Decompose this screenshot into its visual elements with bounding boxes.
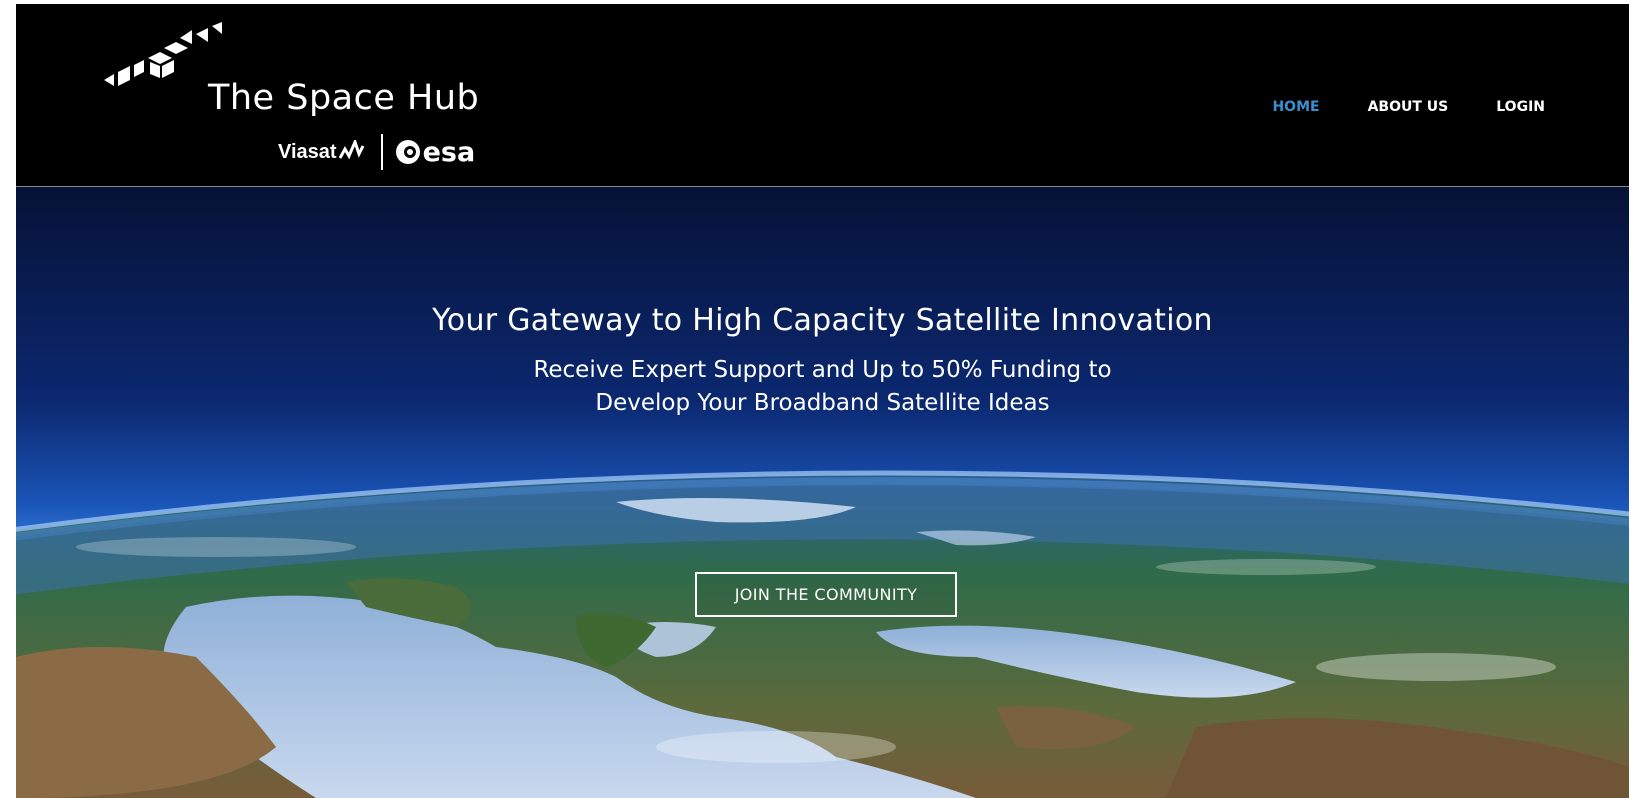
esa-logo: esa xyxy=(395,136,476,168)
viasat-logo: Viasat xyxy=(278,140,365,164)
esa-wordmark: esa xyxy=(422,136,476,168)
hero-subtitle-line-2: Develop Your Broadband Satellite Ideas xyxy=(595,390,1050,416)
site-header: The Space Hub Viasat esa HOME ABOUT US L… xyxy=(16,4,1629,187)
earth-from-orbit-image xyxy=(16,187,1629,798)
nav-login[interactable]: LOGIN xyxy=(1496,99,1545,115)
partner-logos: Viasat esa xyxy=(278,132,475,172)
site-logo[interactable]: The Space Hub Viasat esa xyxy=(104,20,484,180)
main-nav: HOME ABOUT US LOGIN xyxy=(1224,99,1545,115)
nav-home[interactable]: HOME xyxy=(1272,99,1319,115)
hero-section: Your Gateway to High Capacity Satellite … xyxy=(16,187,1629,798)
page-frame: The Space Hub Viasat esa HOME ABOUT US L… xyxy=(16,4,1629,798)
viasat-wordmark: Viasat xyxy=(278,141,337,163)
hero-title: Your Gateway to High Capacity Satellite … xyxy=(432,303,1213,339)
hero-subtitle-line-1: Receive Expert Support and Up to 50% Fun… xyxy=(533,357,1112,383)
join-community-button[interactable]: JOIN THE COMMUNITY xyxy=(695,572,957,617)
hero-subtitle: Receive Expert Support and Up to 50% Fun… xyxy=(16,354,1629,420)
viasat-wave-icon xyxy=(338,140,364,160)
partner-divider xyxy=(380,134,383,170)
nav-about-us[interactable]: ABOUT US xyxy=(1368,99,1449,115)
esa-circle-icon xyxy=(395,140,420,164)
brand-title: The Space Hub xyxy=(208,78,480,118)
